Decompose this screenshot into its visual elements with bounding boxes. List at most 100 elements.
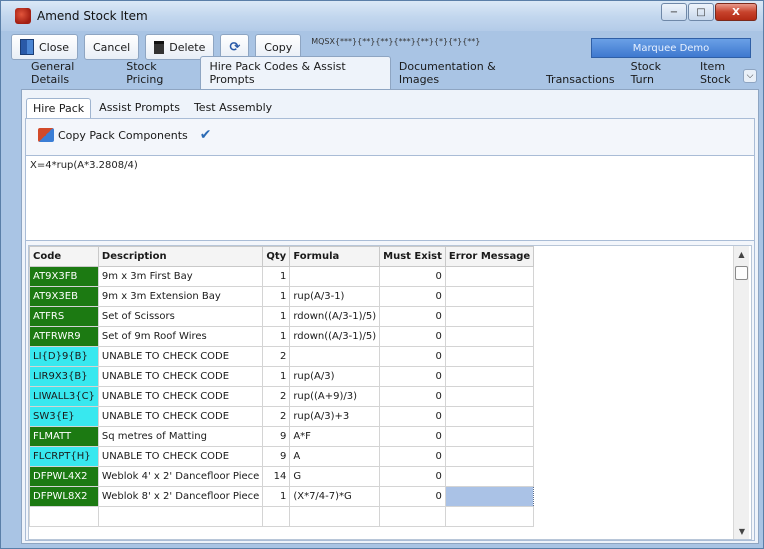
cell-description[interactable]: UNABLE TO CHECK CODE: [97, 386, 264, 407]
cell-qty[interactable]: 9: [262, 426, 291, 447]
cell-description[interactable]: Set of 9m Roof Wires: [97, 326, 264, 347]
cell-error-message[interactable]: [444, 506, 535, 527]
cell-description[interactable]: UNABLE TO CHECK CODE: [97, 346, 264, 367]
cell-code[interactable]: ATFRWR9: [29, 326, 99, 347]
cell-formula[interactable]: rdown((A/3-1)/5): [289, 306, 381, 327]
cell-error-message[interactable]: [444, 346, 535, 367]
grid-vertical-scrollbar[interactable]: ▲ ▼: [733, 246, 749, 539]
cell-qty[interactable]: 2: [262, 346, 291, 367]
cell-description[interactable]: 9m x 3m Extension Bay: [97, 286, 264, 307]
cell-must-exist[interactable]: 0: [379, 426, 446, 447]
cell-qty[interactable]: 1: [262, 286, 291, 307]
tab-transactions[interactable]: Transactions: [538, 70, 623, 89]
cell-description[interactable]: UNABLE TO CHECK CODE: [97, 406, 264, 427]
copy-pack-components-button[interactable]: Copy Pack Components: [38, 128, 188, 142]
cell-formula[interactable]: rup(A/3)+3: [289, 406, 381, 427]
cell-error-message[interactable]: [444, 406, 535, 427]
cell-must-exist[interactable]: [379, 506, 446, 527]
cell-formula[interactable]: A: [289, 446, 381, 467]
cell-code[interactable]: AT9X3FB: [29, 266, 99, 287]
scroll-thumb[interactable]: [735, 266, 748, 280]
cell-code[interactable]: LI{D}9{B}: [29, 346, 99, 367]
cell-qty[interactable]: [262, 506, 291, 527]
tab-overflow-chevron-icon[interactable]: ⌵: [743, 69, 757, 83]
cell-qty[interactable]: 14: [262, 466, 291, 487]
cell-code[interactable]: AT9X3EB: [29, 286, 99, 307]
cell-description[interactable]: [97, 506, 264, 527]
cell-code[interactable]: DFPWL4X2: [29, 466, 99, 487]
cell-must-exist[interactable]: 0: [379, 446, 446, 467]
table-row[interactable]: SW3{E} UNABLE TO CHECK CODE 2 rup(A/3)+3 0: [29, 406, 535, 427]
table-row[interactable]: [29, 506, 535, 527]
table-row[interactable]: DFPWL8X2 Weblok 8' x 2' Dancefloor Piece 1…: [29, 486, 535, 507]
col-header-error-message[interactable]: Error Message: [444, 246, 535, 267]
formula-textarea[interactable]: X=4*rup(A*3.2808/4): [26, 155, 754, 241]
cell-must-exist[interactable]: 0: [379, 486, 446, 507]
cell-must-exist[interactable]: 0: [379, 366, 446, 387]
col-header-description[interactable]: Description: [97, 246, 264, 267]
tab-general-details[interactable]: General Details: [23, 57, 118, 89]
close-window-button[interactable]: X: [715, 3, 757, 21]
table-row[interactable]: ATFRWR9 Set of 9m Roof Wires 1 rdown((A/3-1…: [29, 326, 535, 347]
cell-error-message[interactable]: [444, 366, 535, 387]
cell-code[interactable]: FLMATT: [29, 426, 99, 447]
scroll-up-arrow-icon[interactable]: ▲: [734, 246, 749, 262]
tab-stock-pricing[interactable]: Stock Pricing: [118, 57, 200, 89]
cell-error-message[interactable]: [444, 446, 535, 467]
cell-qty[interactable]: 2: [262, 406, 291, 427]
tab-hire-pack-codes[interactable]: Hire Pack Codes & Assist Prompts: [200, 56, 391, 89]
cell-description[interactable]: Weblok 4' x 2' Dancefloor Piece: [97, 466, 264, 487]
cell-qty[interactable]: 1: [262, 366, 291, 387]
cell-formula[interactable]: rup((A+9)/3): [289, 386, 381, 407]
cell-error-message[interactable]: [444, 386, 535, 407]
cell-must-exist[interactable]: 0: [379, 326, 446, 347]
tab-stock-turn[interactable]: Stock Turn: [623, 57, 692, 89]
cell-error-message[interactable]: [444, 466, 535, 487]
cell-formula[interactable]: [289, 506, 381, 527]
cell-formula[interactable]: (X*7/4-7)*G: [289, 486, 381, 507]
cell-qty[interactable]: 1: [262, 266, 291, 287]
cell-error-message[interactable]: [444, 266, 535, 287]
cell-qty[interactable]: 1: [262, 326, 291, 347]
col-header-must-exist[interactable]: Must Exist: [379, 246, 446, 267]
cell-code[interactable]: LIR9X3{B}: [29, 366, 99, 387]
col-header-qty[interactable]: Qty: [262, 246, 291, 267]
cell-code[interactable]: [29, 506, 99, 527]
cell-formula[interactable]: G: [289, 466, 381, 487]
table-row[interactable]: ATFRS Set of Scissors 1 rdown((A/3-1)/5) 0: [29, 306, 535, 327]
cell-formula[interactable]: rup(A/3-1): [289, 286, 381, 307]
tools-icon[interactable]: ✔: [200, 127, 216, 143]
table-row[interactable]: DFPWL4X2 Weblok 4' x 2' Dancefloor Piece 1…: [29, 466, 535, 487]
cell-code[interactable]: FLCRPT{H}: [29, 446, 99, 467]
cell-code[interactable]: SW3{E}: [29, 406, 99, 427]
cell-description[interactable]: 9m x 3m First Bay: [97, 266, 264, 287]
col-header-formula[interactable]: Formula: [289, 246, 381, 267]
table-row[interactable]: FLCRPT{H} UNABLE TO CHECK CODE 9 A 0: [29, 446, 535, 467]
table-row[interactable]: LIWALL3{C} UNABLE TO CHECK CODE 2 rup((A+9)…: [29, 386, 535, 407]
cell-code[interactable]: ATFRS: [29, 306, 99, 327]
cell-code[interactable]: LIWALL3{C}: [29, 386, 99, 407]
cell-description[interactable]: Sq metres of Matting: [97, 426, 264, 447]
cell-qty[interactable]: 9: [262, 446, 291, 467]
table-row[interactable]: LI{D}9{B} UNABLE TO CHECK CODE 2 0: [29, 346, 535, 367]
cell-formula[interactable]: [289, 346, 381, 367]
cell-error-message[interactable]: [444, 286, 535, 307]
cell-must-exist[interactable]: 0: [379, 466, 446, 487]
cell-formula[interactable]: [289, 266, 381, 287]
scroll-down-arrow-icon[interactable]: ▼: [734, 523, 750, 539]
table-row[interactable]: FLMATT Sq metres of Matting 9 A*F 0: [29, 426, 535, 447]
col-header-code[interactable]: Code: [29, 246, 99, 267]
tab-documentation-images[interactable]: Documentation & Images: [391, 57, 538, 89]
cell-description[interactable]: UNABLE TO CHECK CODE: [97, 366, 264, 387]
table-row[interactable]: AT9X3FB 9m x 3m First Bay 1 0: [29, 266, 535, 287]
cell-description[interactable]: Weblok 8' x 2' Dancefloor Piece: [97, 486, 264, 507]
cell-error-message[interactable]: [444, 486, 535, 507]
subtab-assist-prompts[interactable]: Assist Prompts: [93, 98, 186, 118]
cell-must-exist[interactable]: 0: [379, 346, 446, 367]
table-row[interactable]: LIR9X3{B} UNABLE TO CHECK CODE 1 rup(A/3) 0: [29, 366, 535, 387]
cell-formula[interactable]: rdown((A/3-1)/5): [289, 326, 381, 347]
subtab-hire-pack[interactable]: Hire Pack: [26, 98, 92, 118]
cell-description[interactable]: UNABLE TO CHECK CODE: [97, 446, 264, 467]
cell-formula[interactable]: A*F: [289, 426, 381, 447]
cell-error-message[interactable]: [444, 326, 535, 347]
